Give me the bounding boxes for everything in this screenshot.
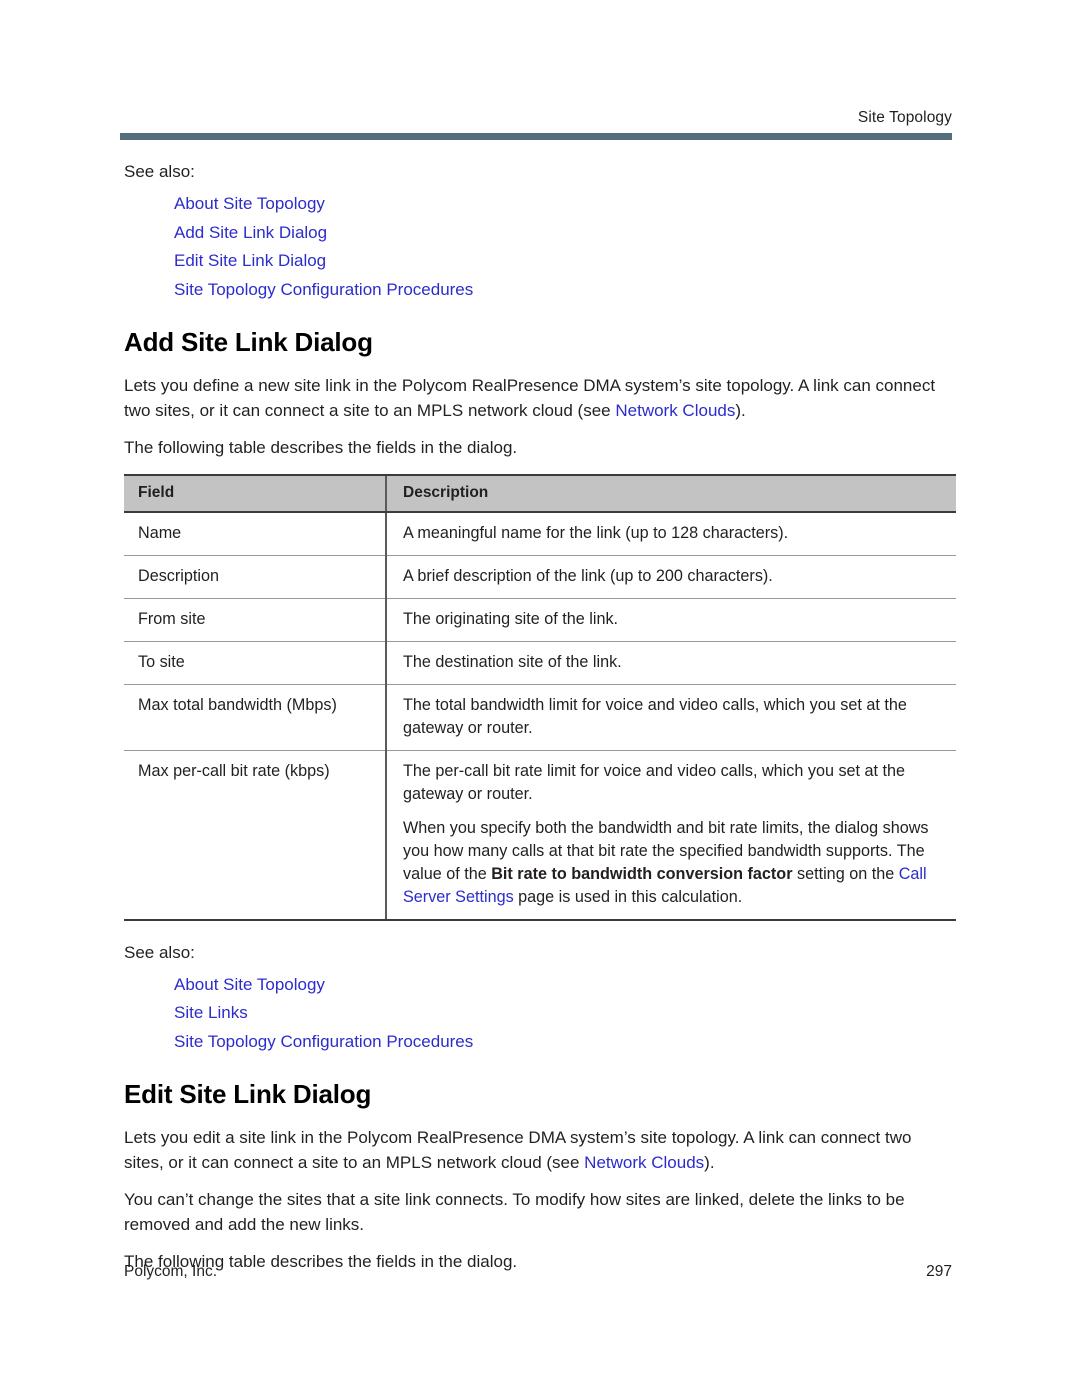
page-header: Site Topology <box>120 108 952 140</box>
cell-paragraph-1: The per-call bit rate limit for voice an… <box>403 761 906 803</box>
footer-page-number: 297 <box>926 1263 952 1280</box>
cell-description-max-total-bandwidth: The total bandwidth limit for voice and … <box>385 684 956 751</box>
list-item: About Site Topology <box>174 190 954 219</box>
table-body: Name A meaningful name for the link (up … <box>124 511 956 921</box>
list-item: Site Links <box>174 999 954 1028</box>
cell-bold-term: Bit rate to bandwidth conversion factor <box>491 864 793 883</box>
list-item: Add Site Link Dialog <box>174 219 954 248</box>
section-heading-add-site-link-dialog: Add Site Link Dialog <box>124 327 373 357</box>
intro-text-part2: ). <box>704 1152 715 1172</box>
see-also-link-list-top: About Site Topology Add Site Link Dialog… <box>124 190 954 304</box>
xref-site-topology-configuration-procedures[interactable]: Site Topology Configuration Procedures <box>174 280 473 299</box>
cell-field-description: Description <box>124 555 386 599</box>
table-header: Field Description <box>124 473 956 513</box>
column-header-field: Field <box>124 473 386 513</box>
see-also-link-list-add-section: About Site Topology Site Links Site Topo… <box>124 971 954 1057</box>
add-section-table-lead-in: The following table describes the fields… <box>124 438 518 457</box>
cell-field-max-per-call-bit-rate: Max per-call bit rate (kbps) <box>124 750 386 921</box>
cell-field-name: Name <box>124 511 386 556</box>
footer-company: Polycom, Inc. <box>124 1263 218 1280</box>
table-row: Max per-call bit rate (kbps) The per-cal… <box>124 750 956 921</box>
xref-network-clouds-2[interactable]: Network Clouds <box>584 1153 704 1172</box>
list-item: Edit Site Link Dialog <box>174 247 954 276</box>
running-header-title: Site Topology <box>857 109 952 126</box>
list-item: About Site Topology <box>174 971 954 1000</box>
see-also-label-top: See also: <box>124 162 195 181</box>
cell-description-from-site: The originating site of the link. <box>385 598 956 642</box>
cell-paragraph: The total bandwidth limit for voice and … <box>403 695 907 737</box>
section-heading-edit-site-link-dialog: Edit Site Link Dialog <box>124 1079 372 1109</box>
cell-description-name: A meaningful name for the link (up to 12… <box>385 511 956 556</box>
xref-about-site-topology-2[interactable]: About Site Topology <box>174 975 325 994</box>
xref-edit-site-link-dialog[interactable]: Edit Site Link Dialog <box>174 251 326 270</box>
cell-paragraph: A meaningful name for the link (up to 12… <box>403 523 789 542</box>
intro-text-part1: Lets you edit a site link in the Polycom… <box>124 1128 912 1172</box>
page-footer: Polycom, Inc. 297 <box>124 1262 952 1282</box>
cell-description-description: A brief description of the link (up to 2… <box>385 555 956 599</box>
header-rule-divider <box>120 133 952 140</box>
cell-paragraph: The destination site of the link. <box>403 652 622 671</box>
cell-paragraph: A brief description of the link (up to 2… <box>403 566 773 585</box>
xref-site-links[interactable]: Site Links <box>174 1003 248 1022</box>
table-row: Name A meaningful name for the link (up … <box>124 511 956 556</box>
page-content: See also: About Site Topology Add Site L… <box>124 160 956 1288</box>
table-row: Max total bandwidth (Mbps) The total ban… <box>124 684 956 751</box>
cell-paragraph-2: When you specify both the bandwidth and … <box>403 817 950 909</box>
xref-network-clouds[interactable]: Network Clouds <box>615 401 735 420</box>
table-row: From site The originating site of the li… <box>124 598 956 642</box>
cell-paragraph: The originating site of the link. <box>403 609 619 628</box>
column-header-description: Description <box>385 473 956 513</box>
add-site-link-field-table: Field Description Name A meaningful name… <box>124 473 956 921</box>
cell-field-to-site: To site <box>124 641 386 685</box>
cell-description-to-site: The destination site of the link. <box>385 641 956 685</box>
xref-site-topology-configuration-procedures-2[interactable]: Site Topology Configuration Procedures <box>174 1032 473 1051</box>
cell-field-max-total-bandwidth: Max total bandwidth (Mbps) <box>124 684 386 751</box>
see-also-label-add-section: See also: <box>124 942 195 962</box>
list-item: Site Topology Configuration Procedures <box>174 276 954 305</box>
table-header-row: Field Description <box>124 473 956 513</box>
add-section-intro-paragraph: Lets you define a new site link in the P… <box>124 374 954 423</box>
intro-text-part1: Lets you define a new site link in the P… <box>124 376 936 420</box>
edit-section-intro-paragraph: Lets you edit a site link in the Polycom… <box>124 1126 954 1175</box>
cell-field-from-site: From site <box>124 598 386 642</box>
cell-text-part3: page is used in this calculation. <box>513 887 743 906</box>
table-row: To site The destination site of the link… <box>124 641 956 685</box>
cell-description-max-per-call-bit-rate: The per-call bit rate limit for voice an… <box>385 750 956 921</box>
intro-text-part2: ). <box>735 400 746 420</box>
table-row: Description A brief description of the l… <box>124 555 956 599</box>
cell-text-part2: setting on the <box>792 864 899 883</box>
xref-about-site-topology[interactable]: About Site Topology <box>174 194 325 213</box>
xref-add-site-link-dialog[interactable]: Add Site Link Dialog <box>174 223 327 242</box>
edit-section-paragraph-2: You can’t change the sites that a site l… <box>124 1190 905 1234</box>
list-item: Site Topology Configuration Procedures <box>174 1028 954 1057</box>
document-page: Site Topology See also: About Site Topol… <box>0 0 1080 1397</box>
